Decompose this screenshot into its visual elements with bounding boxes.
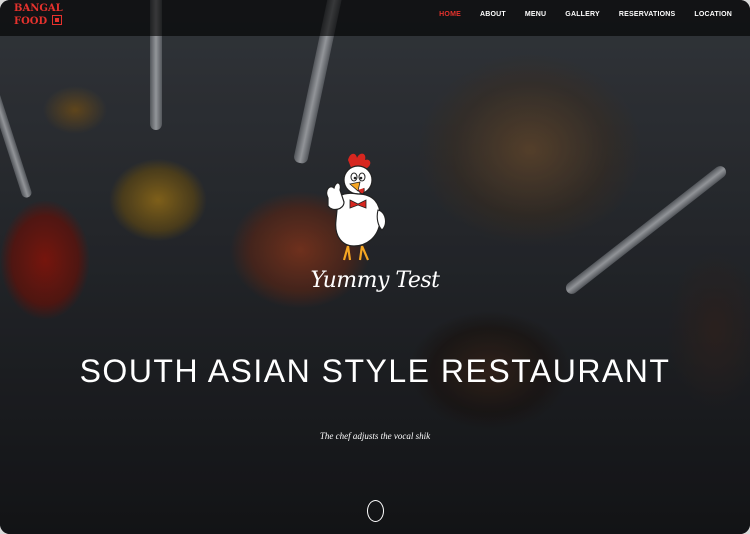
browser-frame: BANGAL FOOD HOME ABOUT MENU GALLERY RESE… [0, 0, 750, 534]
nav-reservations[interactable]: RESERVATIONS [619, 11, 675, 18]
scroll-down-circle-icon[interactable] [367, 500, 384, 522]
brand-line-2: FOOD [14, 16, 48, 27]
nav-location[interactable]: LOCATION [694, 11, 732, 18]
nav-about[interactable]: ABOUT [480, 11, 506, 18]
rooster-chef-mascot-icon [326, 153, 387, 261]
hero-tagline: The chef adjusts the vocal shik [319, 431, 431, 441]
logo-wordmark: Yummy Test [310, 268, 440, 293]
top-navbar: BANGAL FOOD HOME ABOUT MENU GALLERY RESE… [0, 0, 750, 36]
square-logo-icon [51, 15, 62, 25]
brand-line-1: BANGAL [14, 3, 63, 14]
main-menu: HOME ABOUT MENU GALLERY RESERVATIONS LOC… [420, 11, 732, 18]
nav-menu[interactable]: MENU [525, 11, 546, 18]
brand-logo[interactable]: BANGAL FOOD [14, 3, 74, 28]
nav-home[interactable]: HOME [439, 11, 461, 18]
nav-gallery[interactable]: GALLERY [565, 11, 600, 18]
hero-title: SOUTH ASIAN STYLE RESTAURANT [79, 353, 671, 390]
